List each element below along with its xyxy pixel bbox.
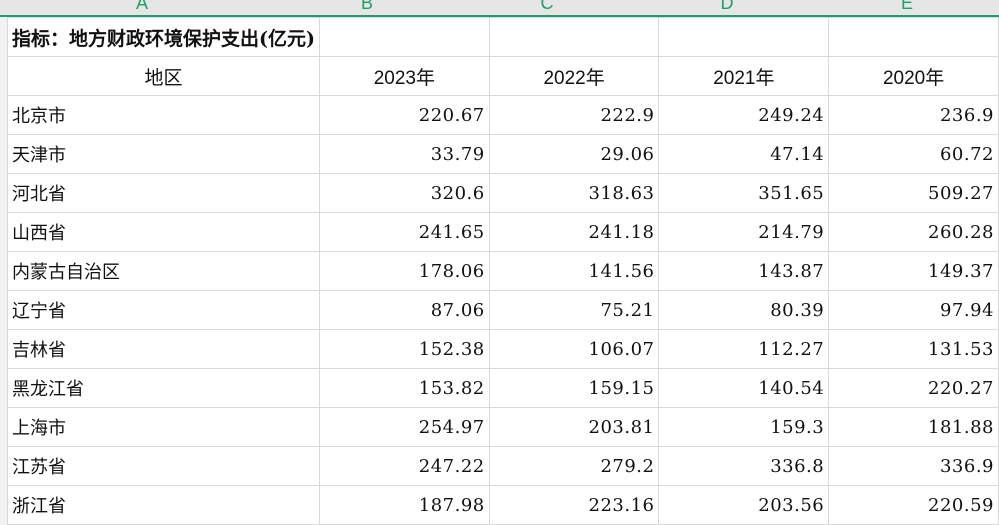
region-cell[interactable]: 内蒙古自治区: [7, 251, 320, 291]
value-cell[interactable]: 131.53: [828, 329, 999, 369]
value-cell[interactable]: 140.54: [658, 368, 830, 408]
table-row: 江苏省 247.22 279.2 336.8 336.9: [7, 446, 999, 486]
value-cell[interactable]: 29.06: [488, 134, 660, 174]
table-row: 河北省 320.6 318.63 351.65 509.27: [7, 173, 999, 213]
value-cell[interactable]: 178.06: [318, 251, 490, 291]
table-row: 黑龙江省 153.82 159.15 140.54 220.27: [7, 368, 999, 408]
value-cell[interactable]: 203.56: [658, 485, 830, 525]
value-cell[interactable]: 247.22: [318, 446, 490, 486]
region-cell[interactable]: 河北省: [7, 173, 320, 213]
value-cell[interactable]: 60.72: [828, 134, 999, 174]
value-cell[interactable]: 47.14: [658, 134, 830, 174]
value-cell[interactable]: 509.27: [828, 173, 999, 213]
value-cell[interactable]: 80.39: [658, 290, 830, 330]
value-cell[interactable]: 249.24: [658, 95, 830, 135]
value-cell[interactable]: 143.87: [658, 251, 830, 291]
value-cell[interactable]: 220.27: [828, 368, 999, 408]
value-cell[interactable]: 336.9: [828, 446, 999, 486]
empty-cell[interactable]: [828, 17, 999, 57]
header-cell-2020[interactable]: 2020年: [828, 56, 999, 96]
region-cell[interactable]: 吉林省: [7, 329, 320, 369]
value-cell[interactable]: 159.3: [658, 407, 830, 447]
value-cell[interactable]: 152.38: [318, 329, 490, 369]
value-cell[interactable]: 320.6: [318, 173, 490, 213]
value-cell[interactable]: 318.63: [488, 173, 660, 213]
spreadsheet-grid: 指标：地方财政环境保护支出(亿元) 地区 2023年 2022年 2021年 2…: [7, 17, 999, 525]
title-row: 指标：地方财政环境保护支出(亿元): [7, 17, 999, 57]
value-cell[interactable]: 141.56: [488, 251, 660, 291]
empty-cell[interactable]: [488, 17, 660, 57]
value-cell[interactable]: 279.2: [488, 446, 660, 486]
column-header-c[interactable]: C: [457, 0, 637, 15]
value-cell[interactable]: 241.65: [318, 212, 490, 252]
value-cell[interactable]: 75.21: [488, 290, 660, 330]
column-header-bar: A B C D E: [0, 0, 999, 17]
column-header-e[interactable]: E: [817, 0, 997, 15]
value-cell[interactable]: 236.9: [828, 95, 999, 135]
region-cell[interactable]: 上海市: [7, 407, 320, 447]
table-row: 山西省 241.65 241.18 214.79 260.28: [7, 212, 999, 252]
table-row: 浙江省 187.98 223.16 203.56 220.59: [7, 485, 999, 525]
region-cell[interactable]: 天津市: [7, 134, 320, 174]
value-cell[interactable]: 33.79: [318, 134, 490, 174]
header-row: 地区 2023年 2022年 2021年 2020年: [7, 56, 999, 96]
region-cell[interactable]: 辽宁省: [7, 290, 320, 330]
region-cell[interactable]: 浙江省: [7, 485, 320, 525]
column-header-a[interactable]: A: [7, 0, 277, 15]
header-cell-2023[interactable]: 2023年: [318, 56, 490, 96]
table-row: 北京市 220.67 222.9 249.24 236.9: [7, 95, 999, 135]
column-header-b[interactable]: B: [277, 0, 457, 15]
table-row: 上海市 254.97 203.81 159.3 181.88: [7, 407, 999, 447]
value-cell[interactable]: 241.18: [488, 212, 660, 252]
title-cell[interactable]: 指标：地方财政环境保护支出(亿元): [7, 17, 320, 57]
empty-cell[interactable]: [318, 17, 490, 57]
value-cell[interactable]: 336.8: [658, 446, 830, 486]
value-cell[interactable]: 220.67: [318, 95, 490, 135]
table-row: 吉林省 152.38 106.07 112.27 131.53: [7, 329, 999, 369]
header-cell-region[interactable]: 地区: [7, 56, 320, 96]
table-row: 天津市 33.79 29.06 47.14 60.72: [7, 134, 999, 174]
value-cell[interactable]: 260.28: [828, 212, 999, 252]
region-cell[interactable]: 黑龙江省: [7, 368, 320, 408]
value-cell[interactable]: 223.16: [488, 485, 660, 525]
value-cell[interactable]: 87.06: [318, 290, 490, 330]
value-cell[interactable]: 159.15: [488, 368, 660, 408]
value-cell[interactable]: 106.07: [488, 329, 660, 369]
value-cell[interactable]: 203.81: [488, 407, 660, 447]
region-cell[interactable]: 北京市: [7, 95, 320, 135]
value-cell[interactable]: 153.82: [318, 368, 490, 408]
value-cell[interactable]: 222.9: [488, 95, 660, 135]
value-cell[interactable]: 214.79: [658, 212, 830, 252]
value-cell[interactable]: 351.65: [658, 173, 830, 213]
value-cell[interactable]: 181.88: [828, 407, 999, 447]
value-cell[interactable]: 149.37: [828, 251, 999, 291]
header-cell-2021[interactable]: 2021年: [658, 56, 830, 96]
value-cell[interactable]: 97.94: [828, 290, 999, 330]
region-cell[interactable]: 山西省: [7, 212, 320, 252]
header-cell-2022[interactable]: 2022年: [488, 56, 660, 96]
table-row: 内蒙古自治区 178.06 141.56 143.87 149.37: [7, 251, 999, 291]
value-cell[interactable]: 112.27: [658, 329, 830, 369]
region-cell[interactable]: 江苏省: [7, 446, 320, 486]
value-cell[interactable]: 220.59: [828, 485, 999, 525]
value-cell[interactable]: 187.98: [318, 485, 490, 525]
value-cell[interactable]: 254.97: [318, 407, 490, 447]
column-header-d[interactable]: D: [637, 0, 817, 15]
table-row: 辽宁省 87.06 75.21 80.39 97.94: [7, 290, 999, 330]
empty-cell[interactable]: [658, 17, 830, 57]
